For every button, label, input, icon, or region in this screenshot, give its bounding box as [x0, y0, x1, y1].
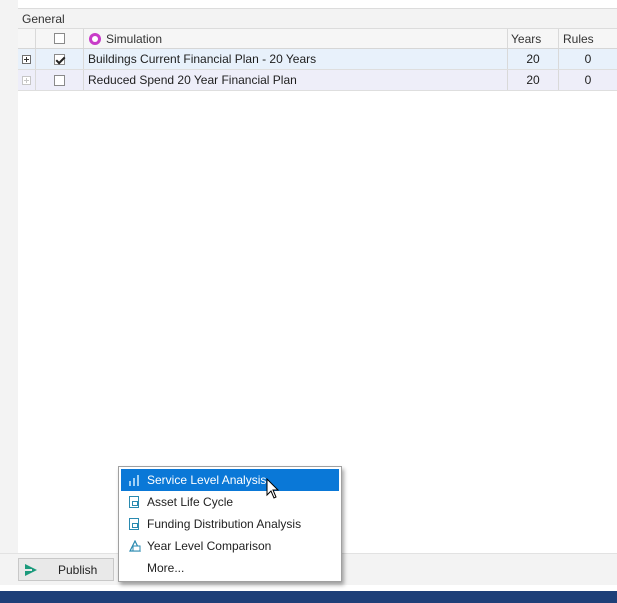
row-simulation-name: Buildings Current Financial Plan - 20 Ye… [88, 52, 317, 66]
row-simulation-cell[interactable]: Reduced Spend 20 Year Financial Plan [84, 70, 508, 90]
header-rules-label: Rules [563, 31, 594, 46]
publish-context-menu: Service Level Analysis Asset Life Cycle … [118, 466, 342, 582]
document-icon [129, 518, 139, 530]
row-rules-cell[interactable]: 0 [559, 70, 617, 90]
publish-button[interactable]: Publish [18, 558, 114, 581]
header-years[interactable]: Years [508, 29, 559, 48]
menu-item-label: Asset Life Cycle [147, 495, 234, 509]
column-header-row: Simulation Years Rules [18, 29, 617, 49]
header-simulation-label: Simulation [106, 31, 163, 46]
menu-item-year-level-comparison[interactable]: Year Level Comparison [121, 535, 339, 557]
table-row[interactable]: Buildings Current Financial Plan - 20 Ye… [18, 49, 617, 70]
header-expand-cell [18, 29, 36, 48]
menu-item-label: Service Level Analysis [147, 473, 267, 487]
chart-icon [129, 475, 139, 486]
row-rules-value: 0 [584, 73, 592, 87]
row-years-value: 20 [526, 73, 540, 87]
row-years-cell[interactable]: 20 [508, 70, 559, 90]
row-years-value: 20 [526, 52, 540, 66]
group-header-label: General [22, 12, 65, 26]
group-panel-header[interactable]: General [18, 8, 617, 29]
row-expand-cell [18, 49, 36, 69]
row-select-cell [36, 70, 84, 90]
row-years-cell[interactable]: 20 [508, 49, 559, 69]
simulation-icon [89, 32, 101, 45]
menu-item-label: More... [147, 561, 185, 575]
expand-plus-icon[interactable] [22, 75, 31, 85]
menu-item-funding-distribution-analysis[interactable]: Funding Distribution Analysis [121, 513, 339, 535]
menu-item-label: Funding Distribution Analysis [147, 517, 302, 531]
header-years-label: Years [511, 31, 542, 46]
menu-item-label: Year Level Comparison [147, 539, 272, 553]
table-row[interactable]: Reduced Spend 20 Year Financial Plan 20 … [18, 70, 617, 91]
header-rules[interactable]: Rules [559, 29, 617, 48]
row-indicator-gutter [0, 0, 18, 553]
status-bar [0, 591, 617, 603]
expand-plus-icon[interactable] [22, 54, 31, 64]
row-simulation-name: Reduced Spend 20 Year Financial Plan [88, 73, 297, 87]
header-select-all-cell [36, 29, 84, 48]
menu-item-more[interactable]: More... [121, 557, 339, 579]
row-rules-value: 0 [584, 52, 592, 66]
mouse-cursor-icon [266, 478, 280, 499]
send-arrow-icon [25, 564, 37, 576]
header-simulation[interactable]: Simulation [84, 29, 508, 48]
publish-button-label: Publish [58, 563, 98, 577]
compare-icon [129, 540, 141, 552]
menu-item-service-level-analysis[interactable]: Service Level Analysis [121, 469, 339, 491]
row-simulation-cell[interactable]: Buildings Current Financial Plan - 20 Ye… [84, 49, 508, 69]
row-rules-cell[interactable]: 0 [559, 49, 617, 69]
row-checkbox[interactable] [54, 74, 65, 86]
row-checkbox[interactable] [54, 53, 65, 65]
document-icon [129, 496, 139, 508]
select-all-checkbox[interactable] [54, 33, 65, 44]
menu-item-asset-life-cycle[interactable]: Asset Life Cycle [121, 491, 339, 513]
row-select-cell [36, 49, 84, 69]
row-expand-cell [18, 70, 36, 90]
